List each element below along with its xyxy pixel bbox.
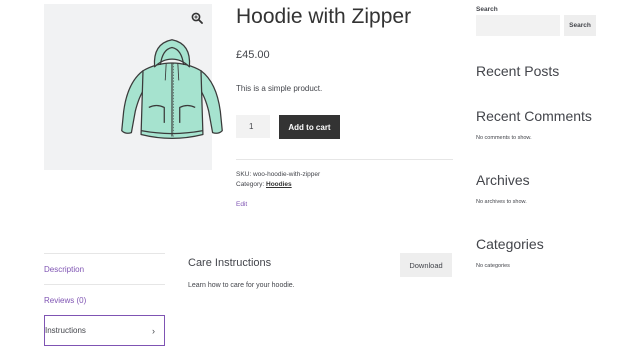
hoodie-image	[121, 39, 223, 140]
sku-value: woo-hoodie-with-zipper	[252, 171, 321, 178]
product-image[interactable]	[44, 4, 223, 170]
product-title: Hoodie with Zipper	[236, 5, 412, 28]
product-sku: SKU: woo-hoodie-with-zipper	[236, 171, 320, 178]
category-label: Category:	[236, 181, 265, 188]
category-link[interactable]: Hoodies	[266, 181, 292, 188]
edit-link[interactable]: Edit	[236, 201, 247, 208]
widget-categories-title: Categories	[476, 236, 544, 252]
panel-text: Learn how to care for your hoodie.	[188, 282, 295, 289]
widget-archives-title: Archives	[476, 172, 530, 188]
widget-recent-comments-text: No comments to show.	[476, 135, 532, 141]
tab-instructions-label: Instructions	[45, 326, 86, 335]
chevron-right-icon: ›	[152, 325, 155, 336]
product-price: £45.00	[236, 49, 270, 61]
widget-recent-posts-title: Recent Posts	[476, 63, 560, 79]
widget-categories-text: No categories	[476, 263, 510, 269]
product-tabs: Description Reviews (0) Instructions ›	[44, 253, 165, 346]
sku-label: SKU:	[236, 171, 252, 178]
product-short-description: This is a simple product.	[236, 84, 323, 93]
tab-description[interactable]: Description	[44, 253, 165, 284]
panel-title: Care Instructions	[188, 257, 272, 269]
meta-divider	[236, 159, 453, 160]
tab-reviews-label: Reviews (0)	[44, 295, 87, 305]
tab-instructions[interactable]: Instructions ›	[44, 315, 165, 346]
search-input[interactable]	[476, 15, 560, 36]
search-button[interactable]: Search	[564, 15, 596, 36]
widget-archives-text: No archives to show.	[476, 199, 527, 205]
add-to-cart-button[interactable]: Add to cart	[279, 115, 340, 139]
tab-description-label: Description	[44, 264, 85, 274]
download-button[interactable]: Download	[400, 253, 452, 277]
tab-reviews[interactable]: Reviews (0)	[44, 284, 165, 315]
zoom-in-icon[interactable]	[191, 12, 203, 24]
product-category: Category: Hoodies	[236, 181, 292, 188]
widget-recent-comments-title: Recent Comments	[476, 108, 592, 124]
quantity-input[interactable]	[236, 115, 270, 138]
search-label: Search	[476, 6, 498, 13]
